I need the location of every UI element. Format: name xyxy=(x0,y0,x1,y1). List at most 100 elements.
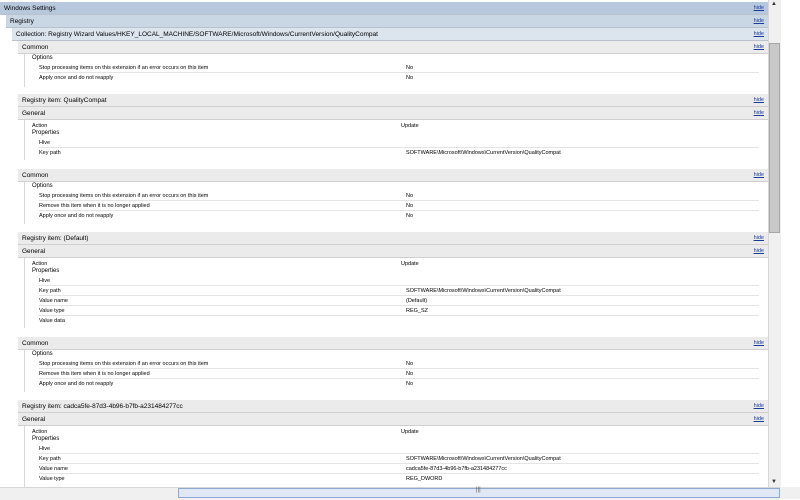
value-name-value: cadca5fe-87d3-4b96-b7fb-a231484277cc xyxy=(406,466,507,472)
remove-item-value: No xyxy=(406,203,414,209)
key-path-value: SOFTWARE\Microsoft\Windows\CurrentVersio… xyxy=(406,288,561,294)
row-divider xyxy=(39,285,759,286)
hide-link[interactable]: hide xyxy=(754,416,768,422)
apply-once-label: Apply once and do not reapply xyxy=(39,381,114,387)
apply-once-value: No xyxy=(406,213,414,219)
stop-processing-value: No xyxy=(406,65,414,71)
common-header: Common hide xyxy=(18,169,768,182)
section-title: General xyxy=(22,247,46,255)
row-divider xyxy=(39,378,759,379)
divider xyxy=(24,426,25,487)
hide-link[interactable]: hide xyxy=(754,248,768,254)
stop-processing-label: Stop processing items on this extension … xyxy=(39,361,209,367)
action-label: Action xyxy=(32,261,48,267)
row-divider xyxy=(39,463,759,464)
section-title: Registry item: (Default) xyxy=(22,234,89,242)
scroll-up-icon[interactable]: ▲ xyxy=(771,1,777,7)
apply-once-label: Apply once and do not reapply xyxy=(39,75,114,81)
general-header: General hide xyxy=(18,245,768,258)
hide-link[interactable]: hide xyxy=(754,44,768,50)
scroll-down-icon[interactable]: ▼ xyxy=(771,479,777,485)
section-title: Registry item: QualityCompat xyxy=(22,96,107,104)
divider xyxy=(24,350,25,392)
registry-item-header: Registry item: cadca5fe-87d3-4b96-b7fb-a… xyxy=(18,400,768,413)
hide-link[interactable]: hide xyxy=(754,110,768,116)
properties-label: Properties xyxy=(32,130,60,136)
action-label: Action xyxy=(32,429,48,435)
scroll-grip-icon: ||| xyxy=(476,487,481,493)
row-divider xyxy=(39,210,759,211)
action-value: Update xyxy=(401,261,419,267)
key-path-label: Key path xyxy=(39,288,61,294)
key-path-value: SOFTWARE\Microsoft\Windows\CurrentVersio… xyxy=(406,456,561,462)
apply-once-value: No xyxy=(406,75,414,81)
hide-link[interactable]: hide xyxy=(754,97,768,103)
value-type-label: Value type xyxy=(39,476,65,482)
remove-item-value: No xyxy=(406,371,414,377)
value-data-label: Value data xyxy=(39,318,65,324)
general-header: General hide xyxy=(18,413,768,426)
hide-link[interactable]: hide xyxy=(754,403,768,409)
remove-item-label: Remove this item when it is no longer ap… xyxy=(39,371,150,377)
registry-header: Registry hide xyxy=(6,15,768,28)
section-title: General xyxy=(22,415,46,423)
row-divider xyxy=(39,368,759,369)
registry-item-header: Registry item: QualityCompat hide xyxy=(18,94,768,107)
section-title: Windows Settings xyxy=(4,4,56,12)
section-title: General xyxy=(22,109,46,117)
value-type-value: REG_SZ xyxy=(406,308,429,314)
stop-processing-label: Stop processing items on this extension … xyxy=(39,193,209,199)
value-name-label: Value name xyxy=(39,466,68,472)
row-divider xyxy=(39,453,759,454)
remove-item-label: Remove this item when it is no longer ap… xyxy=(39,203,150,209)
registry-item-header: Registry item: (Default) hide xyxy=(18,232,768,245)
options-label: Options xyxy=(32,55,53,61)
row-divider xyxy=(39,305,759,306)
hide-link[interactable]: hide xyxy=(754,18,768,24)
right-margin xyxy=(781,0,800,487)
section-title: Collection: Registry Wizard Values/HKEY_… xyxy=(16,30,378,38)
divider xyxy=(24,120,25,160)
value-name-label: Value name xyxy=(39,298,68,304)
value-type-label: Value type xyxy=(39,308,65,314)
hide-link[interactable]: hide xyxy=(754,31,768,37)
section-title: Common xyxy=(22,171,49,179)
row-divider xyxy=(39,200,759,201)
value-type-value: REG_DWORD xyxy=(406,476,443,482)
hide-link[interactable]: hide xyxy=(754,235,768,241)
section-title: Registry xyxy=(10,17,34,25)
apply-once-value: No xyxy=(406,381,414,387)
properties-label: Properties xyxy=(32,268,60,274)
stop-processing-value: No xyxy=(406,361,414,367)
action-value: Update xyxy=(401,123,419,129)
row-divider xyxy=(39,473,759,474)
row-divider xyxy=(39,147,759,148)
divider xyxy=(24,258,25,328)
row-divider xyxy=(39,72,759,73)
hide-link[interactable]: hide xyxy=(754,340,768,346)
value-name-value: (Default) xyxy=(406,298,428,304)
common-header: Common hide xyxy=(18,41,768,54)
hide-link[interactable]: hide xyxy=(754,5,768,11)
options-label: Options xyxy=(32,351,53,357)
divider xyxy=(24,182,25,224)
common-header: Common hide xyxy=(18,337,768,350)
scroll-corner xyxy=(780,487,800,499)
properties-label: Properties xyxy=(32,436,60,442)
windows-settings-header: Windows Settings hide xyxy=(0,2,768,15)
options-label: Options xyxy=(32,183,53,189)
key-path-label: Key path xyxy=(39,456,61,462)
vertical-scroll-thumb[interactable] xyxy=(769,43,780,233)
hide-link[interactable]: hide xyxy=(754,172,768,178)
hive-label: Hive xyxy=(39,140,51,146)
section-title: Common xyxy=(22,339,49,347)
general-header: General hide xyxy=(18,107,768,120)
key-path-label: Key path xyxy=(39,150,61,156)
action-value: Update xyxy=(401,429,419,435)
apply-once-label: Apply once and do not reapply xyxy=(39,213,114,219)
section-title: Registry item: cadca5fe-87d3-4b96-b7fb-a… xyxy=(22,402,183,410)
stop-processing-label: Stop processing items on this extension … xyxy=(39,65,209,71)
stop-processing-value: No xyxy=(406,193,414,199)
action-label: Action xyxy=(32,123,48,129)
section-title: Common xyxy=(22,43,49,51)
